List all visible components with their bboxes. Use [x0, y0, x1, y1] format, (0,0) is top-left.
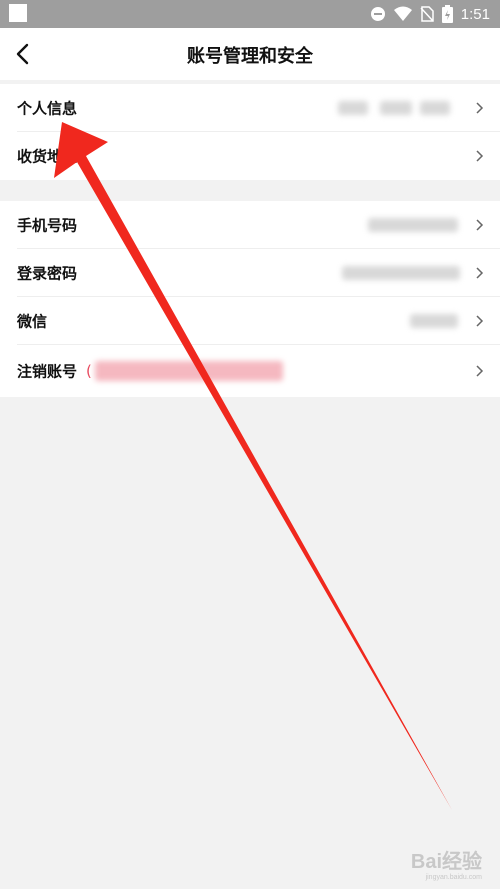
- row-label: 微信: [17, 312, 48, 331]
- battery-icon: [441, 5, 453, 23]
- row-label: 手机号码: [17, 216, 78, 235]
- watermark-logo: Bai经验 jingyan.baidu.com: [411, 845, 482, 881]
- chevron-right-icon: [476, 267, 484, 279]
- no-sim-icon: [420, 6, 434, 22]
- redacted-value: [420, 101, 450, 115]
- row-phone-number[interactable]: 手机号码: [0, 201, 500, 249]
- navigation-bar: 账号管理和安全: [0, 28, 500, 80]
- do-not-disturb-icon: [370, 7, 385, 21]
- row-label: 收货地址: [17, 147, 78, 166]
- row-cancel-account[interactable]: 注销账号 (: [0, 345, 500, 397]
- chevron-right-icon: [476, 315, 484, 327]
- wifi-icon: [393, 6, 412, 21]
- redacted-value: [368, 218, 458, 232]
- watermark-url: jingyan.baidu.com: [425, 874, 482, 881]
- row-label: 登录密码: [17, 264, 78, 283]
- row-login-password[interactable]: 登录密码: [0, 249, 500, 297]
- notice-paren: (: [86, 362, 92, 380]
- row-label: 注销账号: [17, 362, 78, 381]
- redacted-value: [342, 266, 460, 280]
- row-label: 个人信息: [17, 99, 78, 118]
- redacted-notice: [95, 361, 283, 381]
- status-bar: 1:51: [0, 0, 500, 28]
- redacted-value: [338, 101, 368, 115]
- page-title: 账号管理和安全: [187, 46, 313, 67]
- status-icons: 1:51: [370, 4, 490, 24]
- row-shipping-address[interactable]: 收货地址: [0, 132, 500, 180]
- status-time: 1:51: [460, 5, 490, 23]
- chevron-right-icon: [476, 102, 484, 114]
- row-wechat[interactable]: 微信: [0, 297, 500, 345]
- redacted-value: [410, 314, 458, 328]
- redacted-value: [380, 101, 412, 115]
- chevron-right-icon: [476, 150, 484, 162]
- chevron-right-icon: [476, 365, 484, 377]
- security-group: 手机号码 登录密码 微信 注销账号 (: [0, 201, 500, 397]
- row-personal-info[interactable]: 个人信息: [0, 84, 500, 132]
- chevron-right-icon: [476, 219, 484, 231]
- watermark-brand: Bai经验: [410, 851, 482, 873]
- notification-icon: [9, 4, 27, 22]
- account-info-group: 个人信息 收货地址: [0, 84, 500, 180]
